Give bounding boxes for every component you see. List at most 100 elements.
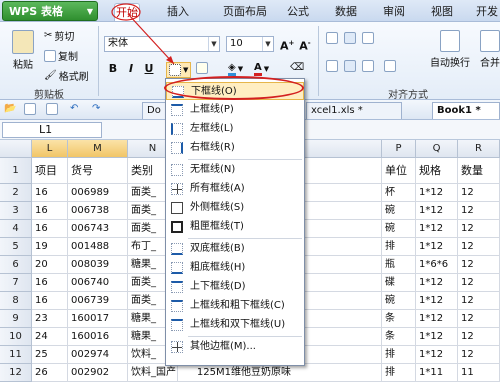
table-cell[interactable]: 006743: [68, 220, 128, 238]
open-button[interactable]: 📂: [4, 103, 16, 114]
column-header[interactable]: L: [32, 140, 68, 158]
tab-insert[interactable]: 插入: [164, 3, 192, 21]
underline-button[interactable]: U: [142, 62, 156, 76]
font-color-button[interactable]: A ▼: [254, 62, 269, 76]
table-cell[interactable]: 006739: [68, 292, 128, 310]
row-header[interactable]: 7: [0, 274, 32, 292]
table-cell[interactable]: 1*12: [416, 220, 458, 238]
redo-button[interactable]: ↷: [92, 103, 100, 114]
paste-button[interactable]: 粘贴: [8, 30, 38, 71]
chevron-down-icon[interactable]: ▼: [262, 37, 273, 51]
font-size-select[interactable]: 10 ▼: [226, 36, 274, 52]
border-button[interactable]: ▼: [166, 62, 192, 78]
row-header[interactable]: 8: [0, 292, 32, 310]
chevron-down-icon[interactable]: ▼: [208, 37, 219, 51]
row-header[interactable]: 3: [0, 202, 32, 220]
italic-button[interactable]: I: [124, 62, 138, 76]
row-header[interactable]: 6: [0, 256, 32, 274]
table-cell[interactable]: 碗: [382, 292, 416, 310]
table-cell[interactable]: 002902: [68, 364, 128, 382]
table-cell[interactable]: 1*12: [416, 310, 458, 328]
table-cell[interactable]: 饮料_国产: [128, 364, 178, 382]
align-bottom-button[interactable]: [362, 32, 374, 44]
table-cell[interactable]: 125M1维他豆奶原味: [178, 364, 382, 382]
grow-font-button[interactable]: A+: [280, 36, 294, 53]
table-cell[interactable]: 碟: [382, 274, 416, 292]
header-cell[interactable]: 单位: [382, 158, 416, 184]
table-cell[interactable]: 26: [32, 364, 68, 382]
doc-tab-2[interactable]: xcel1.xls *: [306, 102, 402, 119]
menu-item-border-2[interactable]: 上框线(P): [166, 101, 304, 119]
table-cell[interactable]: 1*12: [416, 328, 458, 346]
bold-button[interactable]: B: [106, 62, 120, 76]
table-cell[interactable]: 16: [32, 184, 68, 202]
wps-app-menu-button[interactable]: WPS 表格 ▼: [2, 1, 98, 21]
table-cell[interactable]: 20: [32, 256, 68, 274]
column-header[interactable]: R: [458, 140, 500, 158]
column-header[interactable]: Q: [416, 140, 458, 158]
menu-item-border-11[interactable]: 上下框线(D): [166, 278, 304, 296]
menu-item-border-8[interactable]: 粗匣框线(T): [166, 218, 304, 236]
menu-item-border-14[interactable]: 其他边框(M)...: [166, 338, 304, 356]
menu-item-border-12[interactable]: 上框线和粗下框线(C): [166, 297, 304, 315]
table-cell[interactable]: 12: [458, 328, 500, 346]
table-cell[interactable]: 16: [32, 274, 68, 292]
table-cell[interactable]: 25: [32, 346, 68, 364]
font-name-select[interactable]: 宋体 ▼: [104, 36, 220, 52]
table-cell[interactable]: 19: [32, 238, 68, 256]
align-middle-button[interactable]: [344, 32, 356, 44]
table-cell[interactable]: 1*11: [416, 364, 458, 382]
table-cell[interactable]: 1*12: [416, 274, 458, 292]
format-painter-button[interactable]: 🖌 格式刷: [44, 68, 89, 83]
align-left-button[interactable]: [326, 60, 338, 72]
header-cell[interactable]: 货号: [68, 158, 128, 184]
table-cell[interactable]: 008039: [68, 256, 128, 274]
align-center-button[interactable]: [344, 60, 356, 72]
tab-home[interactable]: 开始: [114, 3, 140, 21]
table-cell[interactable]: 12: [458, 310, 500, 328]
align-right-button[interactable]: [362, 60, 374, 72]
shrink-font-button[interactable]: A-: [298, 36, 312, 53]
table-cell[interactable]: 006738: [68, 202, 128, 220]
doc-tab-3[interactable]: Book1 *: [432, 102, 500, 119]
table-cell[interactable]: 碗: [382, 220, 416, 238]
table-cell[interactable]: 排: [382, 238, 416, 256]
tab-review[interactable]: 审阅: [380, 3, 408, 21]
header-cell[interactable]: 项目: [32, 158, 68, 184]
table-cell[interactable]: 11: [458, 364, 500, 382]
menu-item-border-13[interactable]: 上框线和双下框线(U): [166, 316, 304, 334]
table-cell[interactable]: 1*12: [416, 184, 458, 202]
merge-button[interactable]: 合并: [476, 30, 500, 69]
table-cell[interactable]: 160016: [68, 328, 128, 346]
highlight-button[interactable]: ◈ ▼: [228, 62, 243, 76]
row-header[interactable]: 4: [0, 220, 32, 238]
copy-button[interactable]: 复制: [44, 48, 78, 63]
tab-data[interactable]: 数据: [332, 3, 360, 21]
row-header[interactable]: 10: [0, 328, 32, 346]
table-cell[interactable]: 12: [458, 220, 500, 238]
clear-format-button[interactable]: ⌫: [290, 62, 304, 73]
column-header[interactable]: P: [382, 140, 416, 158]
tab-developer[interactable]: 开发: [474, 3, 500, 21]
row-header[interactable]: 2: [0, 184, 32, 202]
print-button[interactable]: [46, 103, 58, 115]
table-cell[interactable]: 12: [458, 256, 500, 274]
table-cell[interactable]: 碗: [382, 202, 416, 220]
name-box[interactable]: L1: [2, 122, 102, 138]
tab-page-layout[interactable]: 页面布局: [220, 3, 270, 21]
header-cell[interactable]: 数量: [458, 158, 500, 184]
table-cell[interactable]: 杯: [382, 184, 416, 202]
table-cell[interactable]: 瓶: [382, 256, 416, 274]
tab-formulas[interactable]: 公式: [284, 3, 312, 21]
table-cell[interactable]: 1*12: [416, 346, 458, 364]
table-cell[interactable]: 16: [32, 202, 68, 220]
row-header[interactable]: 11: [0, 346, 32, 364]
row-header[interactable]: 9: [0, 310, 32, 328]
menu-item-border-7[interactable]: 外侧框线(S): [166, 199, 304, 217]
table-cell[interactable]: 1*12: [416, 292, 458, 310]
menu-item-border-3[interactable]: 左框线(L): [166, 120, 304, 138]
select-all-corner[interactable]: [0, 140, 32, 158]
table-cell[interactable]: 12: [458, 184, 500, 202]
table-cell[interactable]: 12: [458, 202, 500, 220]
column-header[interactable]: M: [68, 140, 128, 158]
